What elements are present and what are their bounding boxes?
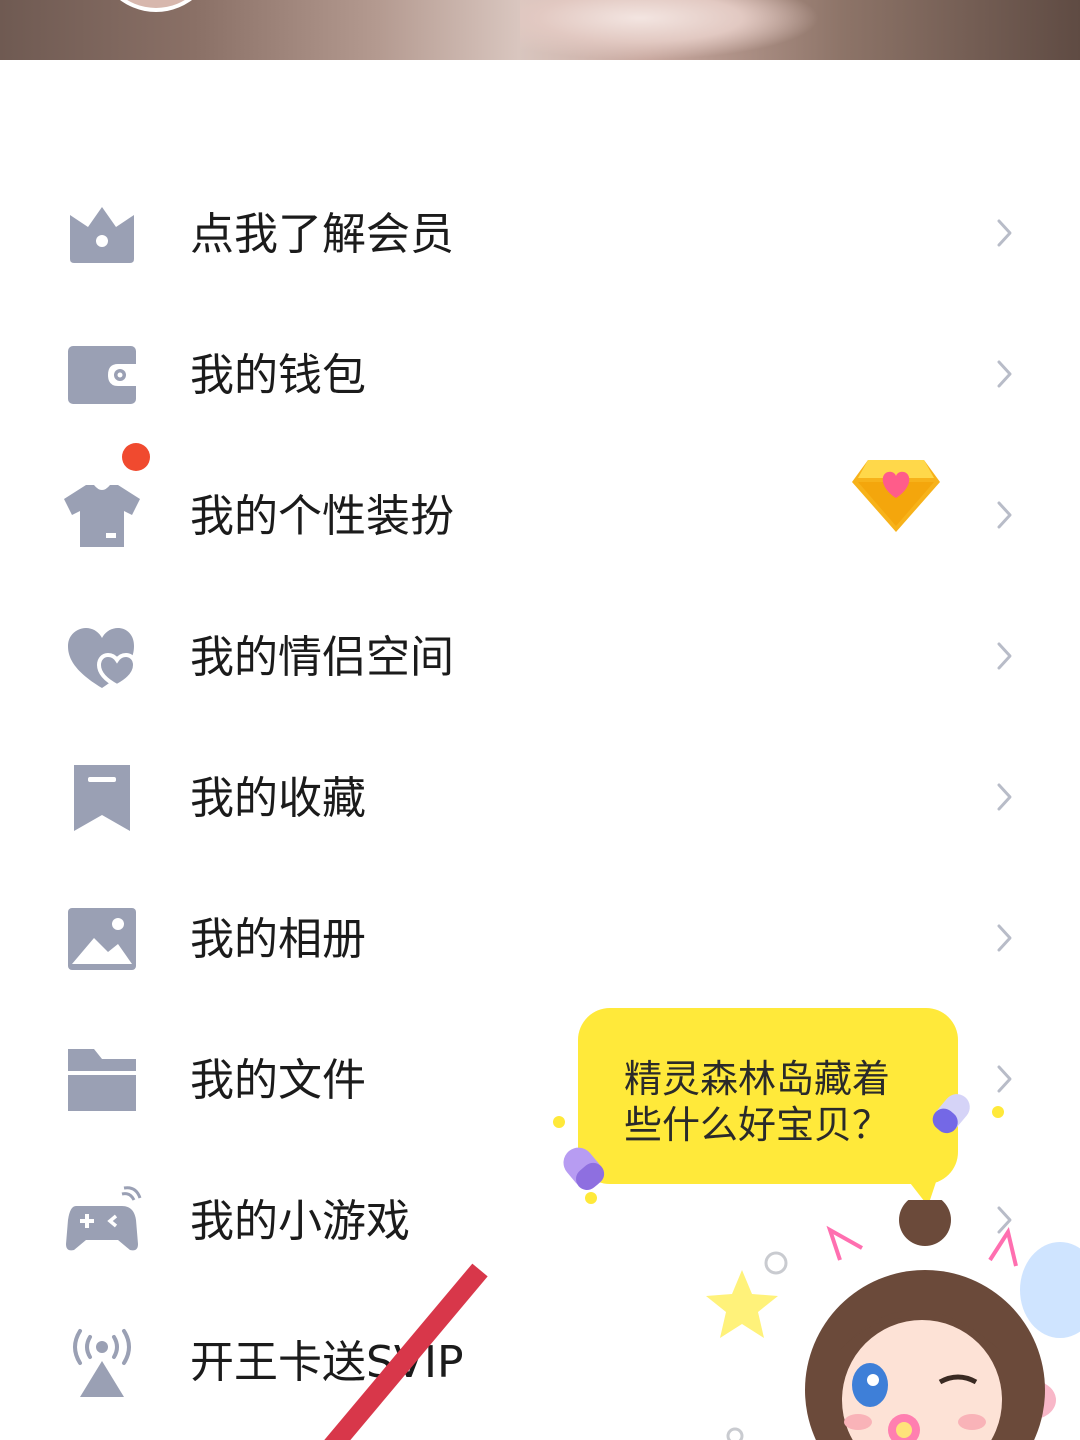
menu-item-couple-space[interactable]: 我的情侣空间 bbox=[0, 586, 1080, 727]
diamond-heart-icon[interactable] bbox=[850, 454, 942, 534]
hearts-icon bbox=[68, 628, 138, 689]
signal-tower-icon bbox=[73, 1329, 131, 1397]
dot-decoration bbox=[992, 1106, 1004, 1118]
folder-icon bbox=[68, 1049, 136, 1111]
dot-decoration bbox=[585, 1192, 597, 1204]
chevron-right-icon bbox=[997, 924, 1012, 952]
photo-icon bbox=[68, 908, 136, 970]
gamepad-icon bbox=[66, 1186, 142, 1251]
menu-item-label: 我的个性装扮 bbox=[190, 491, 454, 542]
menu-item-favorites[interactable]: 我的收藏 bbox=[0, 727, 1080, 868]
profile-cover-photo[interactable] bbox=[0, 0, 1080, 60]
promo-bubble-text: 精灵森林岛藏着 些什么好宝贝？ bbox=[624, 1056, 934, 1148]
menu-item-label: 我的相册 bbox=[190, 914, 366, 965]
promo-line-2: 些什么好宝贝？ bbox=[624, 1103, 891, 1147]
cover-photo-decoration bbox=[520, 0, 820, 60]
menu-item-label: 我的小游戏 bbox=[190, 1196, 410, 1247]
promo-line-1: 精灵森林岛藏着 bbox=[624, 1057, 891, 1101]
capsule-decoration bbox=[563, 1147, 605, 1190]
avatar[interactable] bbox=[96, 0, 216, 12]
mascot-girl-illustration[interactable] bbox=[690, 1200, 1080, 1440]
crown-icon bbox=[70, 207, 134, 263]
wallet-icon bbox=[68, 346, 136, 404]
chevron-right-icon bbox=[997, 1065, 1012, 1093]
menu-item-label: 我的收藏 bbox=[190, 773, 366, 824]
capsule-decoration bbox=[932, 1094, 970, 1134]
bookmark-icon bbox=[74, 765, 130, 831]
chevron-right-icon bbox=[997, 501, 1012, 529]
menu-item-album[interactable]: 我的相册 bbox=[0, 868, 1080, 1009]
dot-decoration bbox=[553, 1116, 565, 1128]
notification-dot bbox=[122, 443, 150, 471]
menu-item-label: 我的情侣空间 bbox=[190, 632, 454, 683]
menu-item-wallet[interactable]: 我的钱包 bbox=[0, 304, 1080, 445]
chevron-right-icon bbox=[997, 360, 1012, 388]
chevron-right-icon bbox=[997, 219, 1012, 247]
menu-item-label: 我的钱包 bbox=[190, 350, 366, 401]
chevron-right-icon bbox=[997, 783, 1012, 811]
menu-item-label: 我的文件 bbox=[190, 1055, 366, 1106]
menu-item-label: 点我了解会员 bbox=[190, 209, 454, 260]
menu-item-membership[interactable]: 点我了解会员 bbox=[0, 163, 1080, 304]
chevron-right-icon bbox=[997, 642, 1012, 670]
profile-drawer: 点我了解会员 我的钱包 我的个性装扮 我的情侣空间 我的收藏 我的相册 我的文件… bbox=[0, 0, 1080, 1440]
tshirt-icon bbox=[64, 485, 140, 547]
